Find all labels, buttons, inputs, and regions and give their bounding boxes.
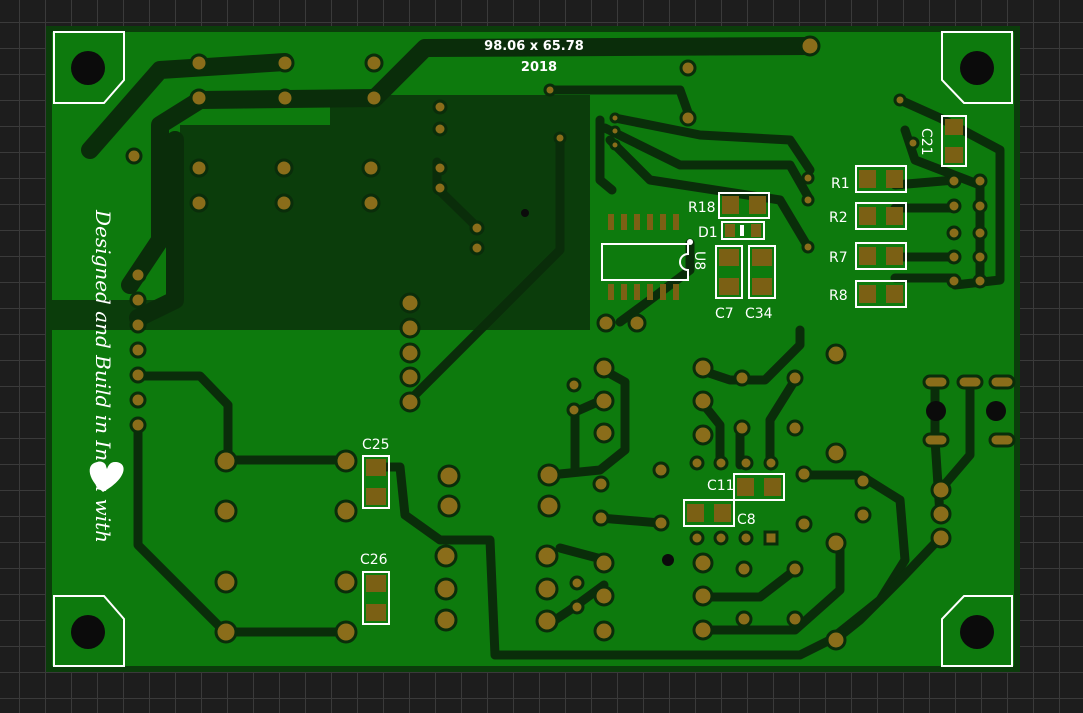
c26-label: C26 (360, 552, 388, 568)
r7-label: R7 (829, 250, 848, 266)
tagline-text: Designed and Build in India with (91, 209, 115, 543)
d1-label: D1 (698, 225, 718, 241)
r18-label: R18 (688, 200, 716, 216)
c11-label: C11 (707, 478, 735, 494)
r1-label: R1 (831, 176, 850, 192)
c7-label: C7 (715, 306, 734, 322)
c34-label: C34 (745, 306, 773, 322)
r8-label: R8 (829, 288, 848, 304)
c8-label: C8 (737, 512, 756, 528)
c21-label: C21 (918, 128, 934, 156)
r2-label: R2 (829, 210, 848, 226)
board-year-label: 2018 (521, 60, 557, 75)
pcb-board-view[interactable]: 98.06 x 65.78 2018 C21 R1 R2 R7 R8 R18 D… (0, 0, 1083, 713)
c25-label: C25 (362, 437, 390, 453)
board-dimensions-label: 98.06 x 65.78 (484, 39, 584, 54)
u8-label: U8 (691, 251, 707, 270)
